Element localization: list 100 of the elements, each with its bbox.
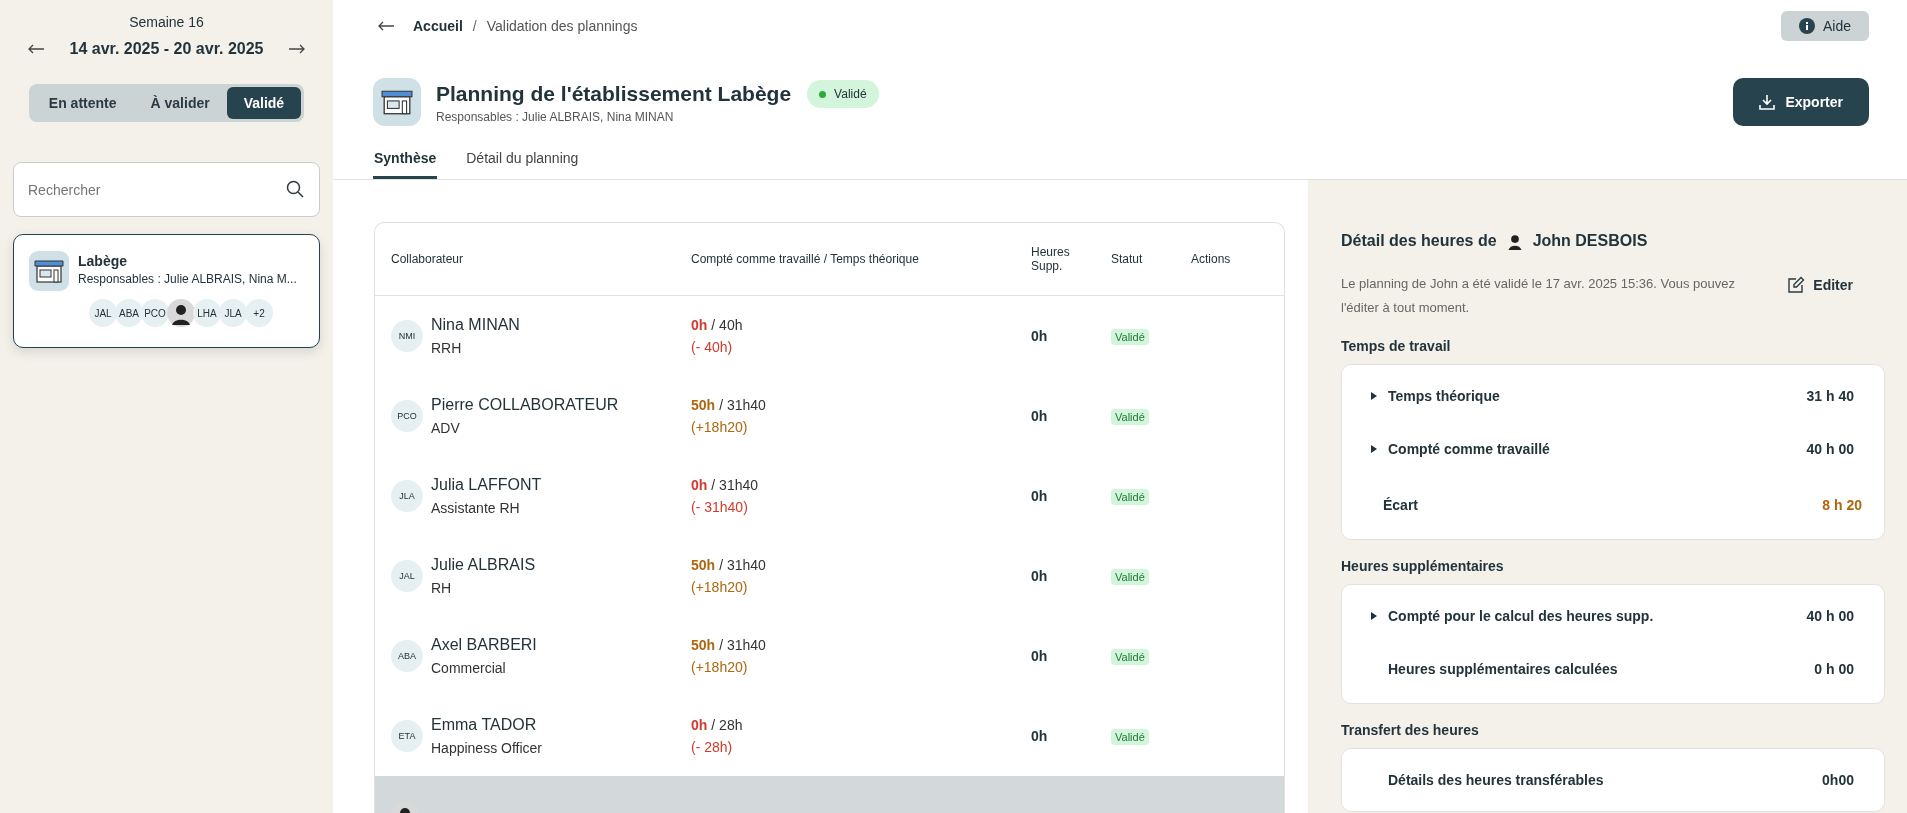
table-row[interactable]: NMI Nina MINAN RRH 0h / 40h (- 40h) 0h Validé bbox=[375, 296, 1284, 376]
hours-label: Écart bbox=[1383, 497, 1419, 513]
worked-hours: 0h bbox=[691, 317, 708, 333]
breadcrumb-separator: / bbox=[472, 18, 477, 34]
employee-role: ADV bbox=[431, 420, 461, 436]
worked-hours: 0h bbox=[691, 477, 708, 493]
section-title: Transfert des heures bbox=[1341, 722, 1480, 738]
employee-role: Happiness Officer bbox=[431, 740, 542, 756]
status-tag: Validé bbox=[1111, 329, 1149, 345]
table-row[interactable]: JAL Julie ALBRAIS RH 50h / 31h40 (+18h20) 0h Validé bbox=[375, 536, 1284, 616]
left-arrow-icon[interactable] bbox=[26, 44, 45, 54]
status-tag: Validé bbox=[1111, 729, 1149, 745]
status-tag: Validé bbox=[1111, 649, 1149, 665]
expand-caret-icon[interactable] bbox=[1370, 611, 1378, 621]
help-button[interactable]: Aide bbox=[1780, 11, 1869, 41]
edit-button[interactable]: Editer bbox=[1777, 272, 1863, 298]
filter-tab[interactable]: À valider bbox=[133, 87, 227, 119]
search-icon bbox=[286, 180, 304, 198]
hours-gap: (- 28h) bbox=[691, 739, 734, 755]
hours-label: Temps théorique bbox=[1388, 388, 1500, 404]
initials-avatar: ETA bbox=[391, 720, 423, 752]
employee-role: Assistante RH bbox=[431, 500, 521, 516]
initials-avatar: NMI bbox=[391, 320, 423, 352]
expand-caret-icon[interactable] bbox=[1370, 444, 1378, 454]
status-tag: Validé bbox=[1111, 489, 1149, 505]
table-row[interactable]: ABA Axel BARBERI Commercial 50h / 31h40 (+18h20) 0h Validé bbox=[375, 616, 1284, 696]
worked-hours: 50h bbox=[691, 397, 716, 413]
employee-name: Nina MINAN bbox=[431, 316, 520, 334]
date-range: 14 avr. 2025 - 20 avr. 2025 bbox=[69, 40, 264, 58]
table-row[interactable]: JLA Julia LAFFONT Assistante RH 0h / 31h40 (- 31h40) 0h Validé bbox=[375, 456, 1284, 536]
overtime-hours: 0h bbox=[1031, 488, 1048, 504]
shop-icon bbox=[29, 251, 69, 291]
employee-name: Emma TADOR bbox=[431, 716, 538, 734]
initials-avatar: JAL bbox=[391, 560, 423, 592]
filter-tab[interactable]: En attente bbox=[31, 87, 134, 119]
worked-hours: 0h bbox=[691, 717, 708, 733]
hours-gap: (+18h20) bbox=[691, 579, 749, 595]
initials-avatar: JAL bbox=[89, 299, 117, 327]
avatar-silhouette bbox=[167, 299, 195, 327]
status-tag: Validé bbox=[1111, 409, 1149, 425]
employee-name: Pierre COLLABORATEUR bbox=[431, 396, 619, 414]
site-card[interactable]: Labège Responsables : Julie ALBRAIS, Nina M... JAL ABA PCO LHA JLA +2 bbox=[13, 234, 320, 348]
hours-gap: (+18h20) bbox=[691, 659, 749, 675]
column-header: Statut bbox=[1111, 252, 1144, 266]
expand-caret-icon[interactable] bbox=[1370, 391, 1378, 401]
theoretical-hours: / 31h40 bbox=[719, 557, 766, 573]
hours-gap: (- 31h40) bbox=[691, 499, 749, 515]
status-tag: Validé bbox=[1111, 569, 1149, 585]
overtime-hours: 0h bbox=[1031, 328, 1048, 344]
overtime-hours: 0h bbox=[1031, 568, 1048, 584]
hours-label: Détails des heures transférables bbox=[1388, 772, 1604, 788]
column-header: Actions bbox=[1191, 252, 1232, 266]
employee-role: RRH bbox=[431, 340, 463, 356]
right-arrow-icon[interactable] bbox=[288, 44, 307, 54]
filter-tab[interactable]: Validé bbox=[226, 87, 302, 119]
column-header: Compté comme travaillé / Temps théorique bbox=[691, 252, 920, 266]
initials-avatar: JLA bbox=[391, 480, 423, 512]
table-row[interactable]: PCO Pierre COLLABORATEUR ADV 50h / 31h40 (+18h20) 0h Validé bbox=[375, 376, 1284, 456]
export-button[interactable]: Exporter bbox=[1733, 78, 1869, 126]
hours-value: 31 h 40 bbox=[1806, 388, 1854, 404]
overtime-hours: 0h bbox=[1031, 728, 1048, 744]
table-row[interactable]: ETA Emma TADOR Happiness Officer 0h / 28h (- 28h) 0h Validé bbox=[375, 696, 1284, 776]
overtime-hours: 0h bbox=[1031, 408, 1048, 424]
hours-label: Compté pour le calcul des heures supp. bbox=[1388, 608, 1654, 624]
initials-avatar: JLA bbox=[219, 299, 247, 327]
info-icon bbox=[1798, 18, 1815, 34]
validation-note: Le planning de John a été validé le 17 avr. 2025 15:36. Vous pouvez l'éditer à tout moment. bbox=[1341, 275, 1736, 317]
hours-value: 40 h 00 bbox=[1806, 441, 1854, 457]
initials-avatar: ABA bbox=[115, 299, 143, 327]
hours-label: Heures supplémentaires calculées bbox=[1388, 661, 1618, 677]
section-title: Heures supplémentaires bbox=[1341, 558, 1505, 574]
breadcrumb-link[interactable]: Validation des plannings bbox=[486, 18, 638, 34]
tab[interactable]: Détail du planning bbox=[465, 146, 580, 179]
hours-label: Compté comme travaillé bbox=[1388, 441, 1550, 457]
hours-gap: (+18h20) bbox=[691, 419, 749, 435]
employee-name: Julia LAFFONT bbox=[431, 476, 542, 494]
download-icon bbox=[1759, 94, 1776, 110]
theoretical-hours: / 31h40 bbox=[719, 397, 766, 413]
breadcrumb-link[interactable]: Accueil bbox=[413, 18, 463, 34]
search-field[interactable]: Rechercher bbox=[13, 162, 320, 217]
initials-avatar: PCO bbox=[391, 400, 423, 432]
employee-name: John DESBOIS bbox=[1532, 232, 1648, 250]
site-name: Labège bbox=[78, 253, 128, 269]
managers-text: Responsables : Julie ALBRAIS, Nina MINAN bbox=[436, 110, 675, 124]
column-header: Collaborateur bbox=[391, 252, 465, 266]
initials-avatar: +2 bbox=[245, 299, 273, 327]
detail-title: Détail des heures de bbox=[1341, 232, 1497, 250]
tab[interactable]: Synthèse bbox=[373, 146, 438, 179]
worked-hours: 50h bbox=[691, 637, 716, 653]
hours-value: 40 h 00 bbox=[1806, 608, 1854, 624]
theoretical-hours: / 31h40 bbox=[719, 637, 766, 653]
employee-name: Axel BARBERI bbox=[431, 636, 537, 654]
shop-icon bbox=[373, 78, 421, 126]
hours-gap: (- 40h) bbox=[691, 339, 734, 355]
theoretical-hours: / 40h bbox=[711, 317, 743, 333]
back-arrow-icon[interactable] bbox=[377, 21, 395, 31]
edit-icon bbox=[1787, 276, 1806, 294]
employee-role: RH bbox=[431, 580, 453, 596]
employee-name: Julie ALBRAIS bbox=[431, 556, 536, 574]
hours-value: 0 h 00 bbox=[1814, 661, 1854, 677]
